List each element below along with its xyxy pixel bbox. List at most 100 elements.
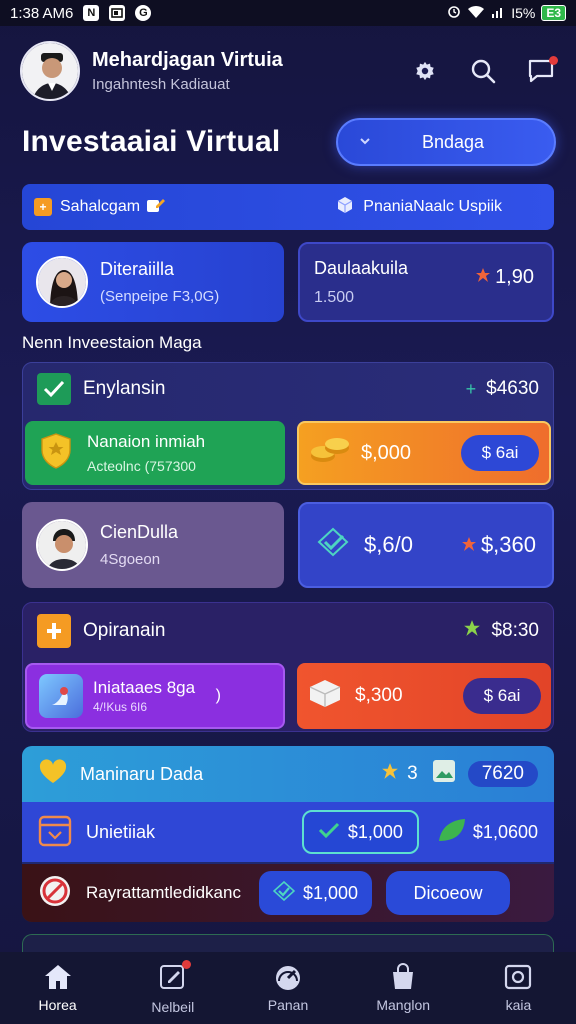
package-icon	[335, 195, 355, 220]
row-2-label: Rayrattamtledidkanc	[86, 883, 241, 902]
person-sub: 4Sgoeon	[100, 551, 161, 568]
purple-card-mark: )	[215, 687, 221, 704]
home-icon	[44, 965, 71, 989]
check-diamond-icon	[316, 527, 350, 563]
person-card[interactable]: CienDulla 4Sgoeon	[22, 502, 284, 588]
battery-percent: I5%	[511, 5, 536, 21]
nav-kaia[interactable]: kaia	[461, 952, 576, 1024]
orange-card-pill-button[interactable]: $ 6ai	[461, 435, 539, 471]
row-1-pill-label: $1,000	[347, 821, 403, 842]
star-icon	[381, 762, 399, 786]
nav-manglon[interactable]: Manglon	[346, 952, 461, 1024]
red-value-card[interactable]: $,300 $ 6ai	[297, 663, 551, 729]
row-2-amount-button[interactable]: $1,000	[258, 871, 373, 915]
row-2-action-button[interactable]: Dicoeow	[386, 871, 511, 915]
info-banner[interactable]: + Sahalcgam PnaniaNaalc Uspiik	[22, 184, 554, 230]
group-3-title: Maninaru Dada	[80, 763, 204, 784]
app-header: Mehardjagan Virtuia Ingahntesh Kadiauat	[20, 38, 560, 104]
banner-left-label: Sahalcgam	[60, 198, 141, 215]
nav-panan[interactable]: Panan	[230, 952, 345, 1024]
orange-card-value: $,000	[361, 441, 412, 464]
page-title: Investaaiai Virtual	[22, 125, 281, 158]
profile-card[interactable]: Diteraiilla (Senpeipe F3,0G)	[22, 242, 284, 322]
shield-icon	[39, 432, 73, 475]
heart-icon	[38, 758, 68, 790]
box-icon	[307, 677, 343, 715]
leaf-icon	[437, 817, 467, 848]
blocked-icon	[38, 874, 72, 913]
investment-row-1[interactable]: Unietiiak $1,000 $1,0600	[22, 802, 554, 862]
nav-kaia-label: kaia	[505, 997, 532, 1013]
nav-notifications[interactable]: Nelbeil	[115, 952, 230, 1024]
section-title: Nenn Inveestaion Maga	[22, 333, 202, 352]
app-icon	[39, 674, 83, 718]
investment-row-2[interactable]: Rayrattamtledidkanc $1,000 Dicoeow	[22, 864, 554, 922]
red-card-value: $,300	[355, 685, 403, 706]
signal-icon	[491, 5, 505, 22]
coins-icon	[309, 434, 351, 472]
balance-value: 1,90	[495, 266, 534, 288]
edit-icon	[146, 196, 166, 219]
avatar	[36, 256, 88, 308]
row-1-label: Unietiiak	[86, 821, 156, 842]
orange-value-card[interactable]: $,000 $ 6ai	[297, 421, 551, 485]
investment-group-3: Maninaru Dada 3 7620 Unietiiak $1,000 $1…	[22, 746, 554, 922]
plus-icon: +	[465, 378, 477, 399]
primary-action-button[interactable]: Bndaga	[336, 118, 556, 166]
nav-panan-label: Panan	[267, 997, 309, 1013]
chevron-icon	[358, 132, 376, 153]
notification-icon-b	[109, 5, 126, 21]
plus-icon: +	[34, 198, 52, 216]
investment-group-2: Opiranain $8:30 Iniataaes 8ga 4/!Kus 6I6…	[22, 602, 554, 732]
balance-card[interactable]: Daulaakuila 1.500 1,90	[298, 242, 554, 322]
battery-icon: E3	[541, 5, 566, 21]
search-button[interactable]	[468, 56, 498, 86]
nav-notifications-label: Nelbeil	[151, 998, 195, 1015]
gauge-icon	[276, 966, 300, 990]
status-bar: 1:38 AM6 N G I5% E3	[0, 0, 576, 26]
notification-icon-c: G	[135, 5, 152, 21]
value-card[interactable]: $,6/0 $,360	[298, 502, 554, 588]
profile-detail: (Senpeipe F3,0G)	[100, 288, 220, 305]
green-investment-card[interactable]: Nanaion inmiah Acteolnc (757300	[25, 421, 285, 485]
nav-home-label: Horea	[38, 997, 77, 1013]
star-icon	[475, 266, 491, 289]
investment-group-1: Enylansin + $4630 Nanaion inmiah Acteoln…	[22, 362, 554, 490]
check-diamond-icon	[272, 880, 296, 906]
calendar-icon	[38, 813, 72, 852]
green-card-title: Nanaion inmiah	[87, 432, 206, 451]
balance-sub: 1.500	[314, 289, 355, 306]
notification-icon-a: N	[83, 5, 100, 21]
messages-button[interactable]	[526, 56, 558, 86]
red-card-pill-button[interactable]: $ 6ai	[463, 678, 541, 714]
photo-icon	[432, 759, 456, 789]
group-1-title: Enylansin	[83, 378, 166, 399]
profile-name: Diteraiilla	[100, 259, 175, 279]
row-1-value: $1,0600	[472, 821, 538, 842]
avatar[interactable]	[20, 41, 80, 101]
purple-card-sub: 4/!Kus 6I6	[93, 700, 148, 714]
group-3-star-value: 3	[407, 763, 418, 784]
person-name: CienDulla	[100, 522, 179, 542]
group-3-amount: 7620	[467, 761, 538, 787]
banner-right-label: PnaniaNaalc Uspiik	[363, 198, 502, 215]
wifi-icon	[467, 5, 485, 22]
camera-icon	[505, 964, 532, 990]
star-icon	[463, 619, 481, 643]
notification-dot	[549, 56, 558, 65]
primary-action-label: Bndaga	[422, 131, 485, 152]
green-card-sub: Acteolnc (757300	[87, 458, 196, 474]
bottom-nav: Horea Nelbeil Panan Manglon kaia	[0, 952, 576, 1024]
settings-button[interactable]	[410, 56, 440, 86]
check-icon	[318, 821, 340, 844]
value-card-right: $,360	[480, 532, 536, 557]
app-subtitle: Ingahntesh Kadiauat	[92, 76, 230, 93]
clock: 1:38 AM6	[10, 4, 74, 22]
row-1-amount-button[interactable]: $1,000	[301, 810, 419, 854]
app-title: Mehardjagan Virtuia	[92, 49, 283, 71]
nav-home[interactable]: Horea	[0, 952, 115, 1024]
purple-investment-card[interactable]: Iniataaes 8ga 4/!Kus 6I6 )	[25, 663, 285, 729]
gear-icon	[416, 61, 434, 81]
document-icon	[37, 614, 71, 648]
shopping-bag-icon	[393, 963, 414, 989]
